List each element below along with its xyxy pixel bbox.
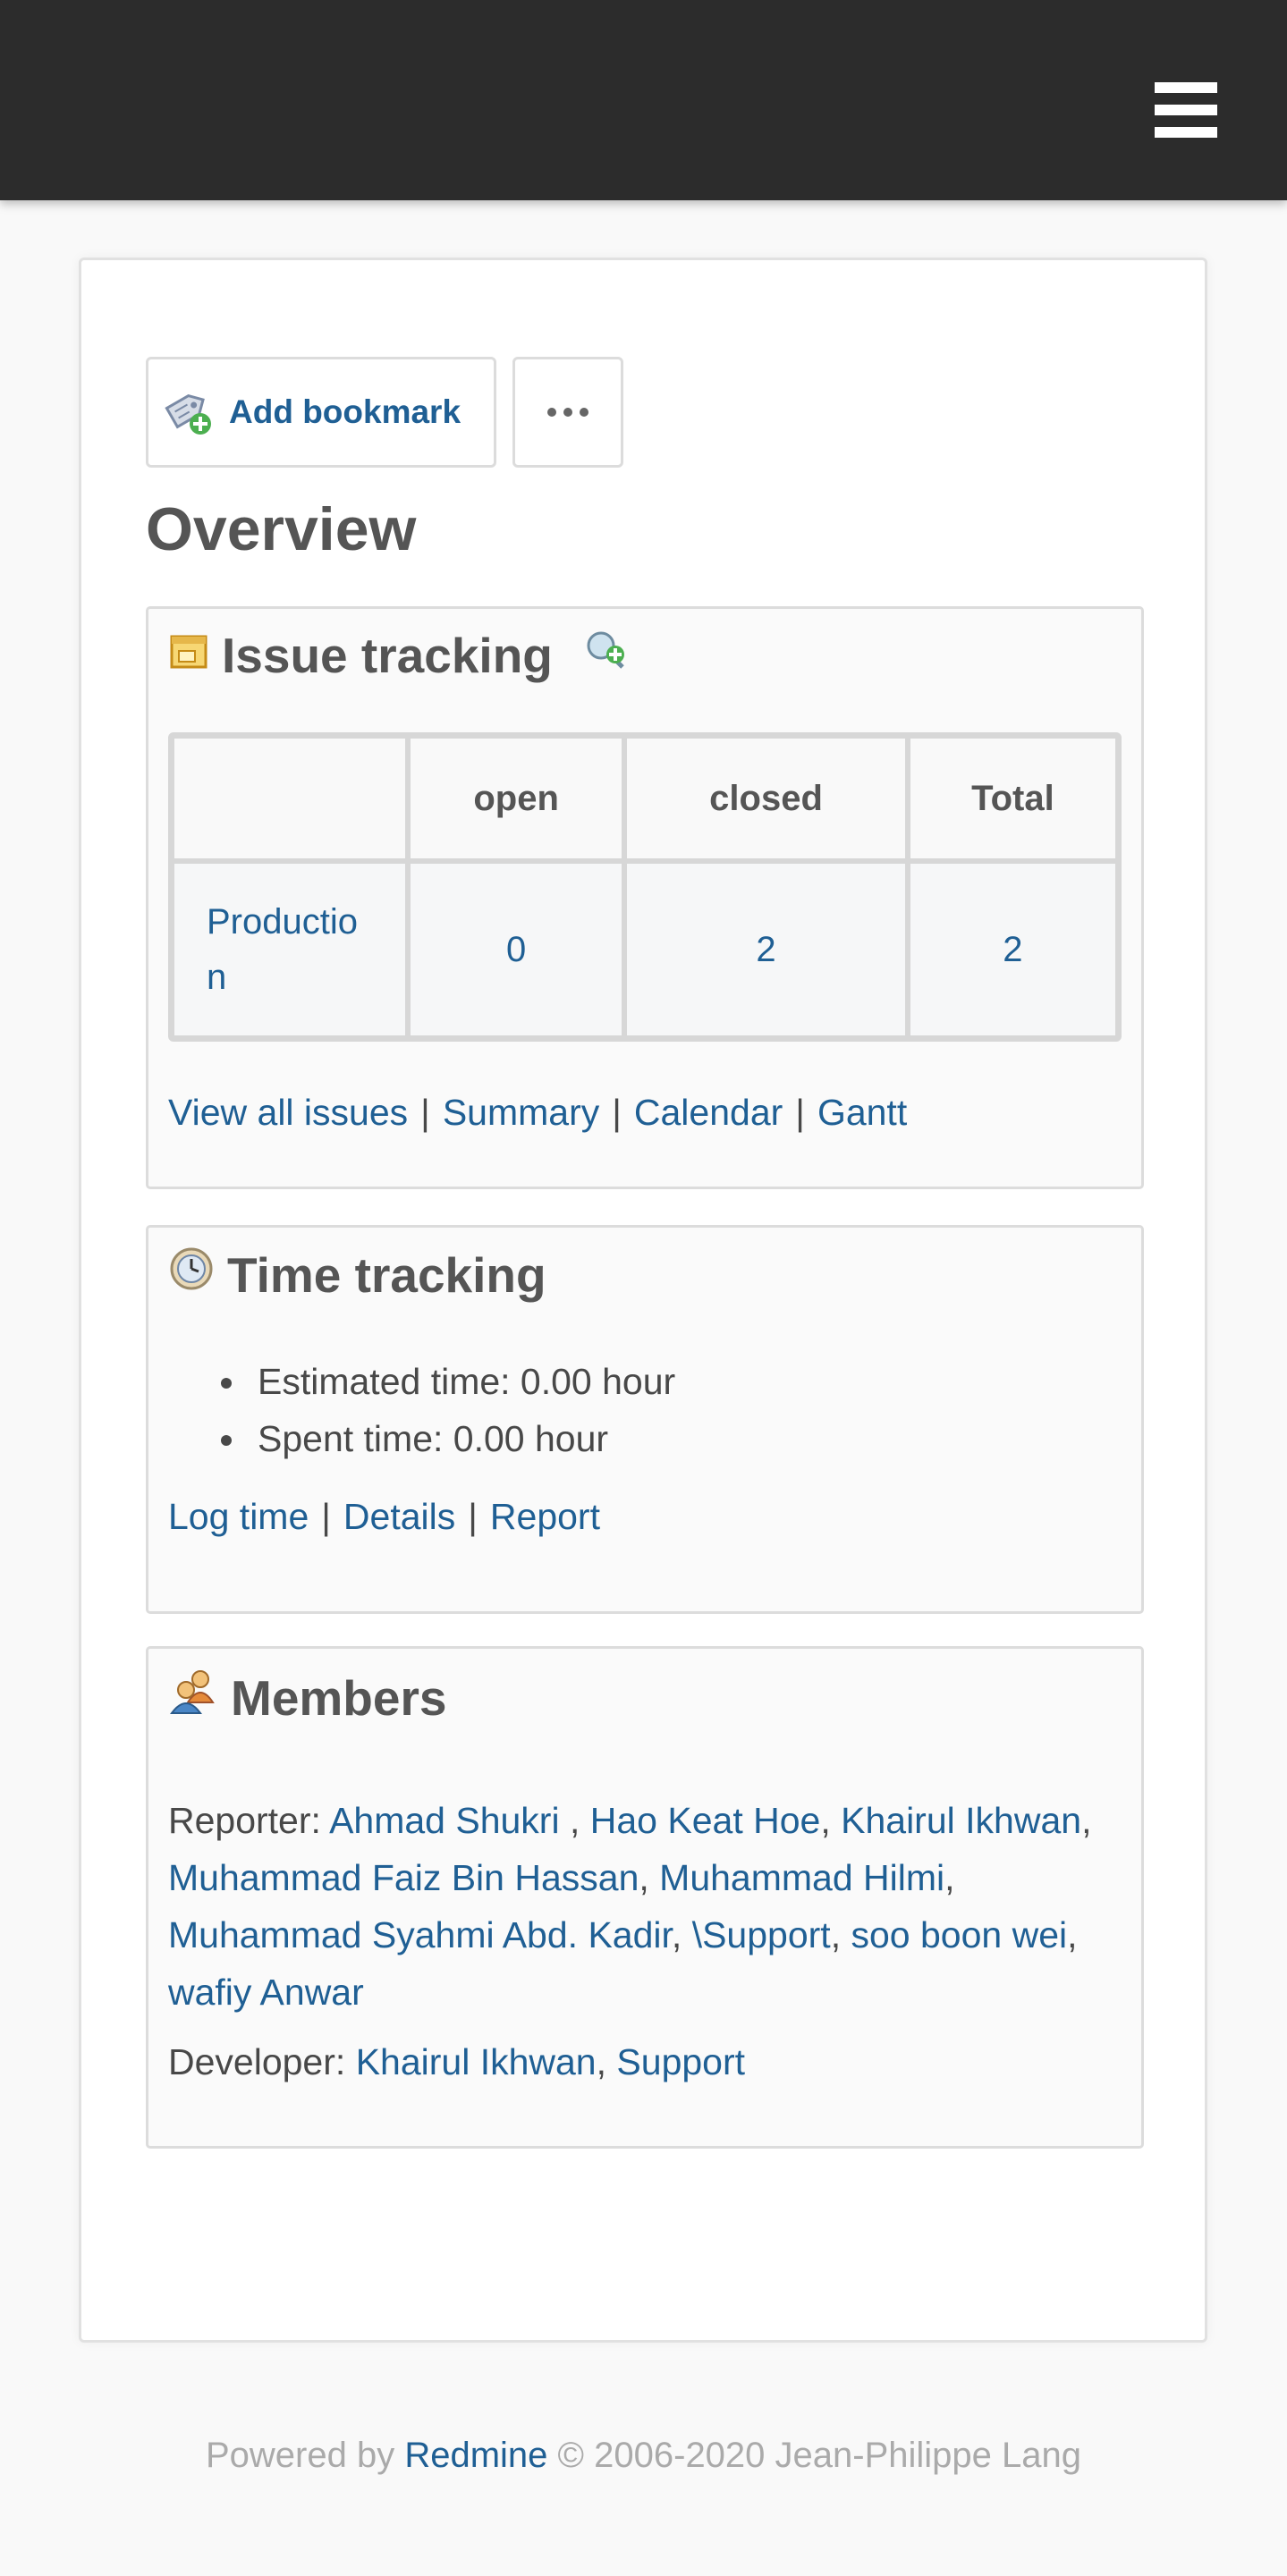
log-time-link[interactable]: Log time <box>168 1496 309 1537</box>
reporter-label: Reporter: <box>168 1800 321 1841</box>
tracker-name-cell: Production <box>172 861 408 1038</box>
time-tracking-box: Time tracking Estimated time: 0.00 hour … <box>146 1225 1144 1614</box>
column-header: open <box>408 736 625 861</box>
group-icon <box>168 1667 218 1728</box>
member-link[interactable]: \Support <box>692 1914 831 1955</box>
member-link[interactable]: Support <box>616 2041 745 2082</box>
more-actions-button[interactable] <box>512 357 623 468</box>
issue-links: View all issues | Summary | Calendar | Gantt <box>168 1092 907 1134</box>
add-bookmark-button[interactable]: Add bookmark <box>146 357 496 468</box>
gantt-link[interactable]: Gantt <box>817 1092 907 1133</box>
details-link[interactable]: Details <box>343 1496 455 1537</box>
bookmark-add-icon <box>161 384 215 441</box>
report-link[interactable]: Report <box>490 1496 600 1537</box>
reporter-line: Reporter: Ahmad Shukri , Hao Keat Hoe, K… <box>168 1800 1092 2013</box>
column-header: closed <box>624 736 908 861</box>
open-count-cell: 0 <box>408 861 625 1038</box>
member-link[interactable]: Khairul Ikhwan <box>841 1800 1081 1841</box>
issue-stats-table: open closed Total Production 0 2 2 <box>168 732 1122 1042</box>
time-tracking-title: Time tracking <box>227 1246 546 1303</box>
link-separator: | <box>468 1496 478 1537</box>
contextual-actions: Add bookmark <box>146 357 623 468</box>
member-link[interactable]: wafiy Anwar <box>168 1972 364 2013</box>
total-count-link[interactable]: 2 <box>1003 930 1022 969</box>
table-header-row: open closed Total <box>172 736 1118 861</box>
footer-prefix: Powered by <box>205 2436 395 2475</box>
member-link[interactable]: Hao Keat Hoe <box>590 1800 821 1841</box>
clock-icon <box>168 1246 215 1304</box>
magnifier-add-icon[interactable] <box>583 627 630 684</box>
closed-count-cell: 2 <box>624 861 908 1038</box>
spent-time-item: Spent time: 0.00 hour <box>249 1410 675 1467</box>
issue-tracking-icon <box>168 627 209 684</box>
main-content: Add bookmark Overview Issue tracking ope… <box>79 258 1207 2343</box>
member-link[interactable]: Muhammad Hilmi <box>659 1857 944 1898</box>
time-links: Log time | Details | Report <box>168 1496 600 1538</box>
member-link[interactable]: soo boon wei <box>851 1914 1067 1955</box>
footer-copyright: © 2006-2020 Jean-Philippe Lang <box>557 2436 1082 2475</box>
time-summary-list: Estimated time: 0.00 hour Spent time: 0.… <box>249 1353 675 1467</box>
open-count-link[interactable]: 0 <box>506 930 526 969</box>
total-count-cell: 2 <box>907 861 1118 1038</box>
members-title: Members <box>231 1669 447 1726</box>
developer-line: Developer: Khairul Ikhwan, Support <box>168 2041 746 2082</box>
members-heading: Members <box>168 1667 446 1728</box>
hamburger-menu-icon[interactable] <box>1155 82 1217 139</box>
column-header: Total <box>907 736 1118 861</box>
closed-count-link[interactable]: 2 <box>756 930 775 969</box>
member-link[interactable]: Ahmad Shukri <box>329 1800 570 1841</box>
link-separator: | <box>321 1496 331 1537</box>
issue-tracking-heading: Issue tracking <box>168 627 630 684</box>
table-row: Production 0 2 2 <box>172 861 1118 1038</box>
column-header <box>172 736 408 861</box>
tracker-link[interactable]: Production <box>207 894 377 1005</box>
page-title: Overview <box>146 495 417 563</box>
members-box: Members Reporter: Ahmad Shukri , Hao Kea… <box>146 1646 1144 2149</box>
redmine-link[interactable]: Redmine <box>404 2436 547 2475</box>
ellipsis-icon <box>547 408 588 417</box>
link-separator: | <box>795 1092 805 1133</box>
link-separator: | <box>612 1092 622 1133</box>
view-all-issues-link[interactable]: View all issues <box>168 1092 408 1133</box>
add-bookmark-label: Add bookmark <box>229 393 461 430</box>
link-separator: | <box>420 1092 430 1133</box>
member-link[interactable]: Muhammad Faiz Bin Hassan <box>168 1857 639 1898</box>
issue-tracking-box: Issue tracking open closed Total Product… <box>146 606 1144 1189</box>
time-tracking-heading: Time tracking <box>168 1246 546 1304</box>
calendar-link[interactable]: Calendar <box>634 1092 783 1133</box>
member-link[interactable]: Muhammad Syahmi Abd. Kadir <box>168 1914 672 1955</box>
footer: Powered by Redmine © 2006-2020 Jean-Phil… <box>0 2436 1287 2476</box>
issue-tracking-title: Issue tracking <box>222 628 553 683</box>
summary-link[interactable]: Summary <box>443 1092 599 1133</box>
estimated-time-item: Estimated time: 0.00 hour <box>249 1353 675 1410</box>
developer-label: Developer: <box>168 2041 346 2082</box>
member-link[interactable]: Khairul Ikhwan <box>356 2041 597 2082</box>
top-menu-bar <box>0 0 1287 200</box>
